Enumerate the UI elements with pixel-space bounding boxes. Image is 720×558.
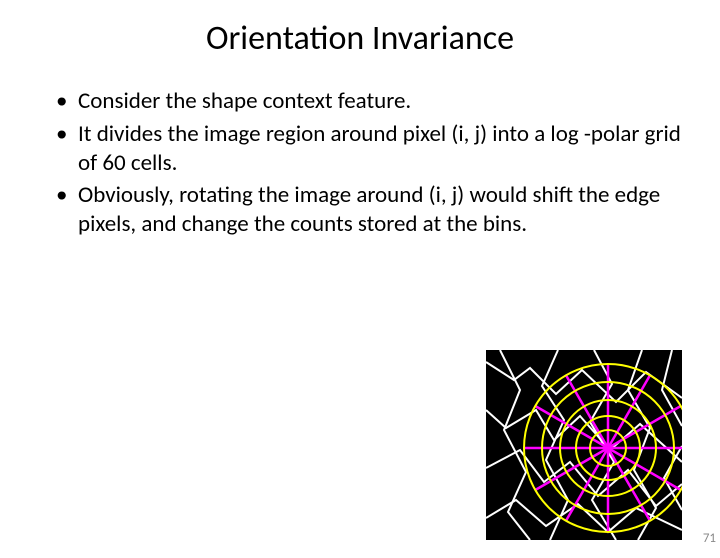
bullet-list: Consider the shape context feature. It d… [56, 87, 684, 239]
page-title: Orientation Invariance [0, 18, 720, 59]
log-polar-grid-icon [486, 350, 682, 540]
shape-context-figure [486, 350, 682, 540]
content-area: Consider the shape context feature. It d… [0, 87, 720, 239]
list-item: Consider the shape context feature. [56, 87, 684, 116]
list-item: Obviously, rotating the image around (i,… [56, 181, 684, 239]
page-number: 71 [703, 531, 716, 546]
list-item: It divides the image region around pixel… [56, 120, 684, 178]
